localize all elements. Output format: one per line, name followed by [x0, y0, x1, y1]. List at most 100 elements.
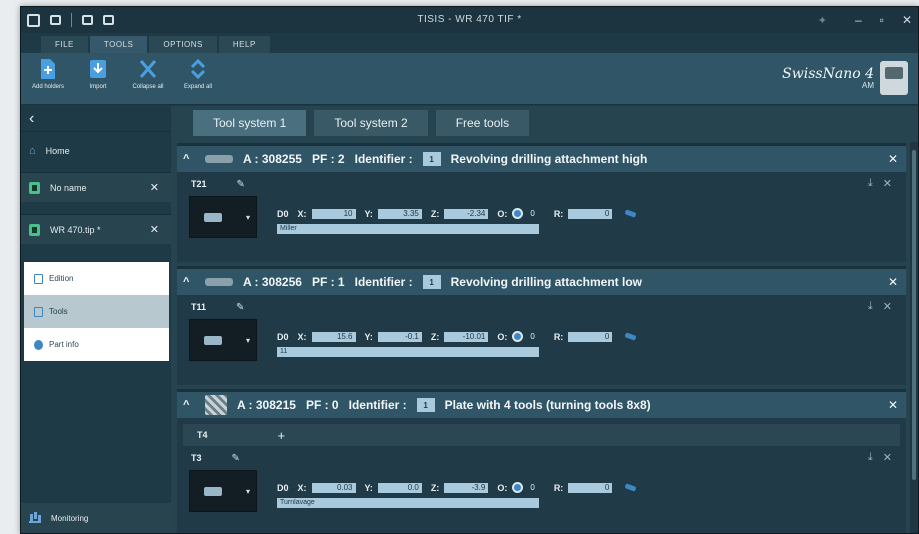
holder-name: Plate with 4 tools (turning tools 8x8): [444, 398, 651, 412]
add-tool-row: T4 +: [183, 424, 900, 446]
holder-image: [205, 395, 227, 415]
identifier-input[interactable]: 1: [416, 398, 435, 412]
remove-tool-icon[interactable]: ✕: [883, 451, 892, 464]
y-field[interactable]: 0.0: [377, 482, 422, 493]
o-label: O:: [497, 331, 508, 342]
orientation-icon[interactable]: [512, 208, 524, 219]
comment-field[interactable]: Turnlavage: [277, 498, 539, 508]
z-label: Z:: [430, 482, 440, 493]
menu-tab-options[interactable]: OPTIONS: [149, 36, 217, 53]
holder-name: Revolving drilling attachment high: [450, 152, 648, 166]
identifier-label: Identifier :: [348, 398, 407, 412]
pen-icon[interactable]: [624, 332, 637, 341]
tool-row: T3 ✎ ⤓ ✕ ▾ D0 X: 0.03 Y: 0.0 Z: -3.9 O: …: [177, 446, 906, 526]
sub-item-tools[interactable]: Tools: [24, 295, 169, 328]
menu-tab-help[interactable]: HELP: [218, 36, 270, 53]
add-holder-icon: [38, 57, 58, 81]
download-icon[interactable]: ⤓: [868, 300, 873, 313]
tool-id: T21: [191, 179, 207, 189]
r-field[interactable]: 0: [568, 482, 613, 493]
x-label: X:: [297, 331, 307, 342]
tab-tool-system-2[interactable]: Tool system 2: [314, 110, 428, 136]
tool-id: T3: [191, 453, 202, 463]
add-holders-label: Add holders: [31, 84, 65, 90]
comment-field[interactable]: Miller: [277, 224, 539, 234]
tab-free-tools[interactable]: Free tools: [435, 110, 530, 136]
close-holder-icon[interactable]: ✕: [888, 275, 898, 289]
sub-item-part-info-label: Part info: [49, 340, 79, 349]
menu-tab-tools[interactable]: TOOLS: [89, 36, 148, 53]
holder-name: Revolving drilling attachment low: [450, 275, 642, 289]
close-file-icon[interactable]: ✕: [150, 181, 159, 194]
z-label: Z:: [430, 331, 440, 342]
tool-system-tabs: Tool system 1 Tool system 2 Free tools: [171, 106, 918, 136]
y-label: Y:: [364, 208, 373, 219]
r-field[interactable]: 0: [568, 208, 613, 219]
orientation-icon[interactable]: [512, 331, 524, 342]
x-field[interactable]: 15.6: [311, 331, 356, 342]
x-field[interactable]: 10: [311, 208, 356, 219]
close-holder-icon[interactable]: ✕: [888, 398, 898, 412]
holder-section: ^ A : 308215 PF : 0 Identifier : 1 Plate…: [177, 389, 906, 533]
close-file-icon[interactable]: ✕: [150, 223, 159, 236]
tools-icon: [34, 306, 43, 317]
sub-item-edition[interactable]: Edition: [24, 262, 169, 295]
z-label: Z:: [430, 208, 440, 219]
tab-tool-system-1[interactable]: Tool system 1: [193, 110, 307, 136]
holder-header[interactable]: ^ A : 308256 PF : 1 Identifier : 1 Revol…: [177, 269, 906, 295]
r-field[interactable]: 0: [568, 331, 613, 342]
expand-all-button[interactable]: Expand all: [177, 57, 219, 100]
add-tool-icon[interactable]: +: [278, 428, 286, 443]
scroll-thumb[interactable]: [912, 150, 916, 480]
add-tool-id: T4: [197, 430, 208, 440]
edit-icon[interactable]: ✎: [237, 179, 245, 190]
holder-image: [205, 278, 233, 286]
download-icon[interactable]: ⤓: [868, 177, 873, 190]
nav-monitoring[interactable]: Monitoring: [21, 503, 171, 533]
x-field[interactable]: 0.03: [311, 482, 356, 493]
remove-tool-icon[interactable]: ✕: [883, 177, 892, 190]
nav-file-wr470[interactable]: WR 470.tip * ✕: [21, 214, 171, 244]
tool-thumbnail[interactable]: ▾: [189, 319, 257, 361]
z-field[interactable]: -3.9: [444, 482, 489, 493]
y-field[interactable]: 3.35: [377, 208, 422, 219]
edit-icon[interactable]: ✎: [232, 453, 240, 464]
pen-icon[interactable]: [624, 209, 637, 218]
remove-tool-icon[interactable]: ✕: [883, 300, 892, 313]
nav-home[interactable]: ⌂ Home: [21, 138, 171, 164]
scrollbar[interactable]: [910, 142, 918, 533]
chevron-up-icon[interactable]: ^: [183, 153, 195, 165]
chevron-up-icon[interactable]: ^: [183, 399, 195, 411]
close-holder-icon[interactable]: ✕: [888, 152, 898, 166]
tool-thumbnail[interactable]: ▾: [189, 470, 257, 512]
import-icon: [88, 57, 108, 81]
orientation-icon[interactable]: [512, 482, 524, 493]
download-icon[interactable]: ⤓: [868, 451, 873, 464]
o-value[interactable]: 0: [530, 483, 534, 492]
import-button[interactable]: Import: [77, 57, 119, 100]
holder-image: [205, 155, 233, 163]
identifier-input[interactable]: 1: [422, 275, 441, 289]
identifier-input[interactable]: 1: [422, 152, 441, 166]
pen-icon[interactable]: [624, 483, 637, 492]
tool-id: T11: [191, 302, 207, 312]
nav-file-noname[interactable]: No name ✕: [21, 172, 171, 202]
o-value[interactable]: 0: [530, 209, 534, 218]
sub-item-part-info[interactable]: Part info: [24, 328, 169, 361]
chevron-up-icon[interactable]: ^: [183, 276, 195, 288]
back-button[interactable]: ‹: [21, 106, 171, 132]
o-value[interactable]: 0: [530, 332, 534, 341]
comment-field[interactable]: 11: [277, 347, 539, 357]
add-holders-button[interactable]: Add holders: [27, 57, 69, 100]
edit-icon[interactable]: ✎: [236, 302, 244, 313]
holder-header[interactable]: ^ A : 308255 PF : 2 Identifier : 1 Revol…: [177, 146, 906, 172]
app-window: TISIS - WR 470 TIF * ✦ – ▫ ✕ FILE TOOLS …: [20, 6, 919, 534]
y-field[interactable]: -0.1: [377, 331, 422, 342]
menu-tab-file[interactable]: FILE: [41, 36, 88, 53]
holder-header[interactable]: ^ A : 308215 PF : 0 Identifier : 1 Plate…: [177, 392, 906, 418]
tool-thumbnail[interactable]: ▾: [189, 196, 257, 238]
z-field[interactable]: -2.34: [444, 208, 489, 219]
z-field[interactable]: -10.01: [444, 331, 489, 342]
r-label: R:: [553, 208, 564, 219]
collapse-all-button[interactable]: Collapse all: [127, 57, 169, 100]
